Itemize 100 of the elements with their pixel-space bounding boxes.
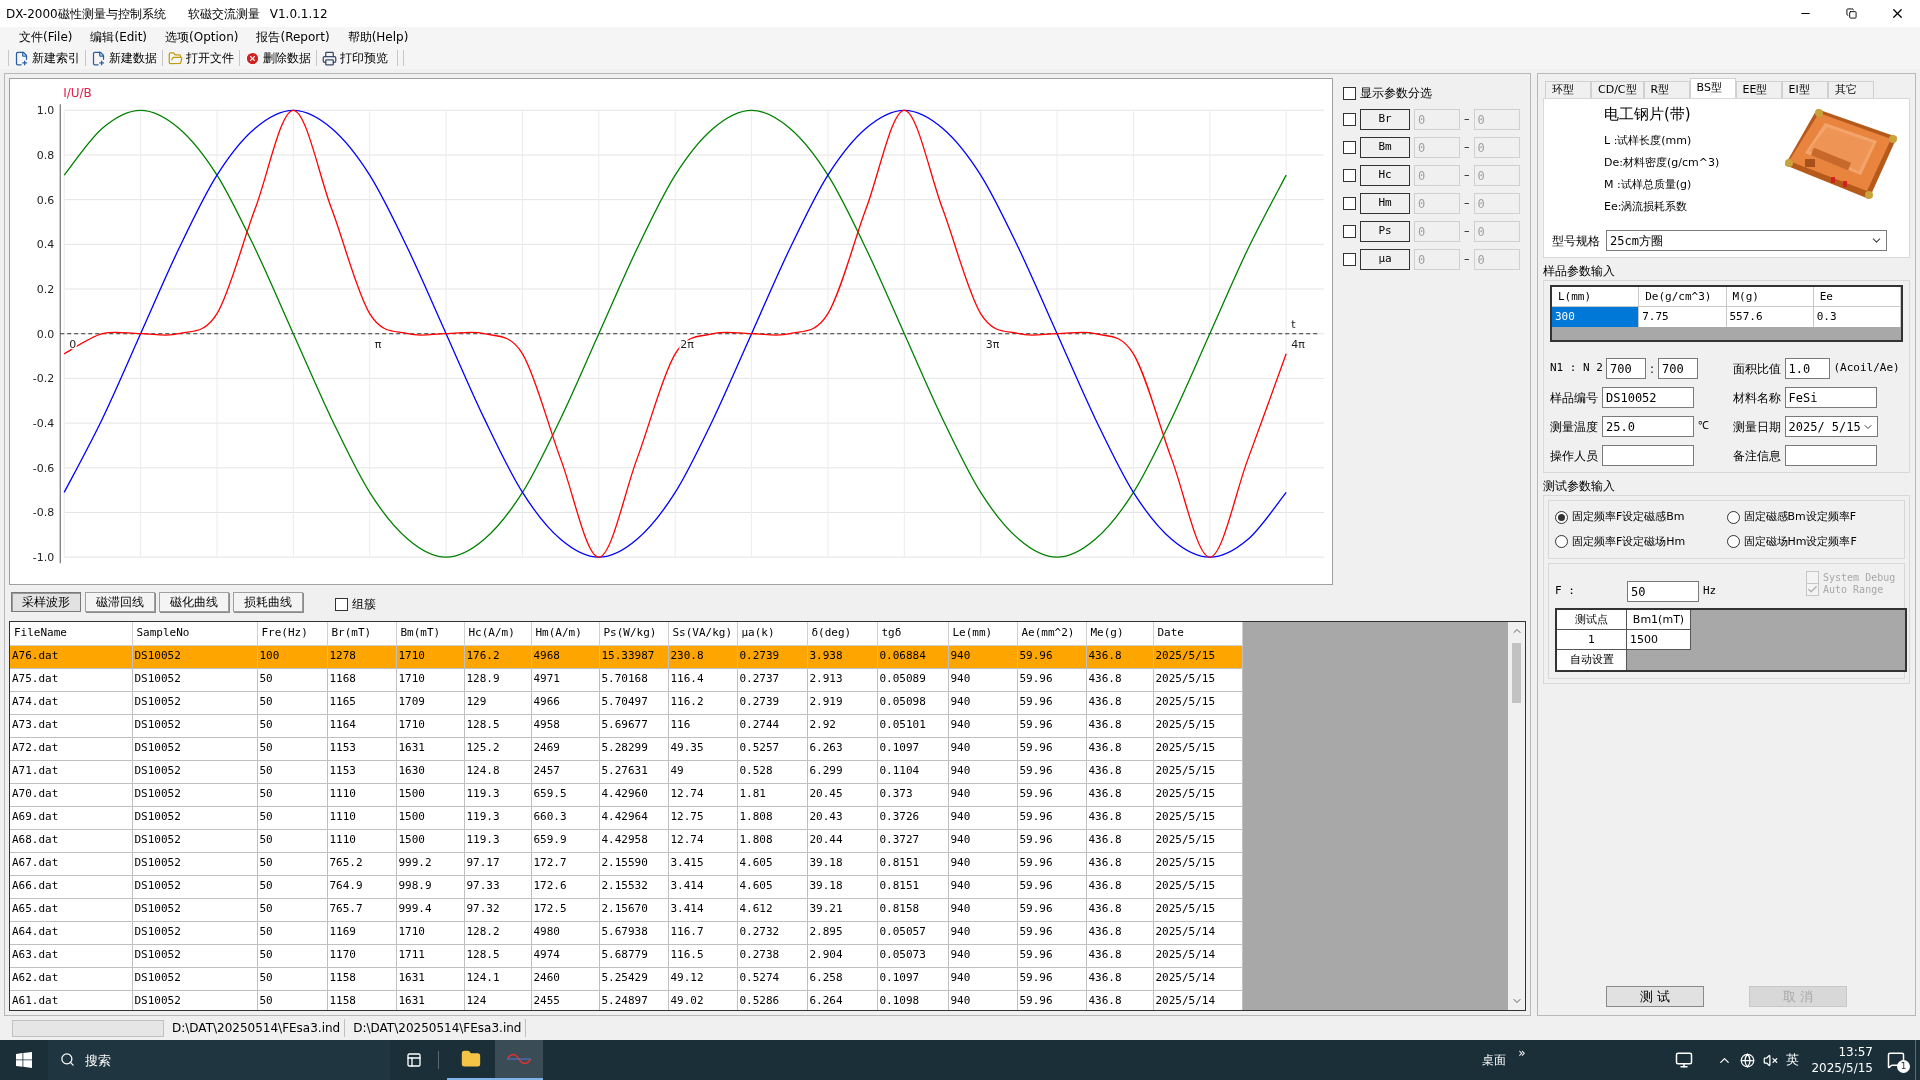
type-tab[interactable]: CD/C型: [1591, 81, 1644, 98]
column-header[interactable]: tgδ: [877, 622, 948, 645]
view-tab[interactable]: 采样波形: [11, 592, 81, 612]
column-header[interactable]: Br(mT): [327, 622, 396, 645]
toolbar-button[interactable]: 打印预览: [319, 48, 391, 68]
action-button[interactable]: 测 试: [1605, 986, 1704, 1007]
type-tab[interactable]: EE型: [1735, 81, 1782, 98]
table-row[interactable]: A61.dat DS10052 50 1158 1631 124 2455 5.24897 49.02 0.5286 6.264 0.1098 940 59.96 436.8 2025/5/14: [10, 990, 1242, 1010]
radio-button[interactable]: [1726, 535, 1740, 549]
notification-icon[interactable]: [1887, 1051, 1905, 1069]
type-tab[interactable]: EI型: [1781, 81, 1828, 98]
table-cell: 50: [257, 967, 327, 990]
type-tab[interactable]: R型: [1643, 81, 1690, 98]
view-tab[interactable]: 磁滞回线: [85, 592, 155, 612]
toolbar-button[interactable]: 删除数据: [242, 48, 314, 68]
auto-set-cell[interactable]: 自动设置: [1557, 650, 1627, 670]
desktop-toolbar-label[interactable]: 桌面: [1482, 1051, 1507, 1069]
table-row[interactable]: A63.dat DS10052 50 1170 1711 128.5 4974 5.68779 116.5 0.2738 2.904 0.05073 940 59.96 436.8 2025/5/14: [10, 944, 1242, 967]
table-row[interactable]: A71.dat DS10052 50 1153 1630 124.8 2457 5.27631 49 0.528 6.299 0.1104 940 59.96 436.8 2025/5/15: [10, 760, 1242, 783]
text-field[interactable]: 1.0: [1784, 358, 1830, 379]
column-header[interactable]: SampleNo: [132, 622, 257, 645]
table-cell: 1110: [327, 829, 396, 852]
unit-label: (Acoil/Ae): [1833, 360, 1900, 377]
text-field[interactable]: 25.0: [1602, 416, 1694, 437]
toolbar-expand-chevron[interactable]: »: [1518, 1044, 1526, 1062]
table-row[interactable]: A72.dat DS10052 50 1153 1631 125.2 2469 5.28299 49.35 0.5257 6.263 0.1097 940 59.96 436.8 2025/5/15: [10, 737, 1242, 760]
table-row[interactable]: A75.dat DS10052 50 1168 1710 128.9 4971 5.70168 116.4 0.2737 2.913 0.05089 940 59.96 436.8 2025/5/15: [10, 668, 1242, 691]
view-tab[interactable]: 损耗曲线: [233, 592, 303, 612]
column-header[interactable]: Hc(A/m): [464, 622, 531, 645]
type-tab[interactable]: 环型: [1545, 81, 1591, 98]
column-header[interactable]: δ(deg): [807, 622, 877, 645]
radio-button[interactable]: [1555, 510, 1568, 524]
search-field[interactable]: 搜索: [48, 1040, 390, 1080]
table-cell: 0.2739: [737, 691, 807, 714]
input-method-indicator[interactable]: 英: [1786, 1050, 1800, 1070]
menu-item[interactable]: 帮助(Help): [340, 27, 416, 47]
grid-cell[interactable]: 1: [1557, 630, 1627, 650]
menu-item[interactable]: 编辑(Edit): [83, 27, 155, 47]
column-header[interactable]: Ae(mm^2): [1017, 622, 1086, 645]
column-header[interactable]: FileName: [10, 622, 132, 645]
text-field[interactable]: DS10052: [1602, 387, 1694, 408]
table-row[interactable]: A64.dat DS10052 50 1169 1710 128.2 4980 5.67938 116.7 0.2732 2.895 0.05057 940 59.96 436.8 2025/5/14: [10, 921, 1242, 944]
table-row[interactable]: A62.dat DS10052 50 1158 1631 124.1 2460 5.25429 49.12 0.5274 6.258 0.1097 940 59.96 436.8 2025/5/14: [10, 967, 1242, 990]
checkbox[interactable]: [1343, 86, 1356, 100]
table-cell: 49: [668, 760, 737, 783]
network-icon[interactable]: [1740, 1052, 1756, 1068]
text-field[interactable]: 700: [1658, 358, 1699, 379]
taskbar-app[interactable]: [495, 1040, 543, 1080]
toolbar-button[interactable]: 新建索引: [11, 48, 83, 68]
table-row[interactable]: A69.dat DS10052 50 1110 1500 119.3 660.3 4.42964 12.75 1.808 20.43 0.3726 940 59.96 436.8 2025/5/15: [10, 806, 1242, 829]
table-row[interactable]: A65.dat DS10052 50 765.7 999.4 97.32 172.5 2.15670 3.414 4.612 39.21 0.8158 940 59.96 436.8 2025/5/15: [10, 898, 1242, 921]
table-row[interactable]: A70.dat DS10052 50 1110 1500 119.3 659.5 4.42960 12.74 1.81 20.45 0.373 940 59.96 436.8 2025/5/15: [10, 783, 1242, 806]
monitor-icon[interactable]: [1675, 1051, 1694, 1069]
menu-item[interactable]: 文件(File): [12, 27, 80, 47]
column-header[interactable]: Bm(mT): [396, 622, 464, 645]
menu-item[interactable]: 选项(Option): [158, 27, 246, 47]
clock-date[interactable]: 2025/5/15: [1811, 1060, 1873, 1076]
view-tab[interactable]: 磁化曲线: [159, 592, 229, 612]
radio-button[interactable]: [1726, 510, 1740, 524]
column-header[interactable]: Ps(W/kg): [599, 622, 668, 645]
clock-time[interactable]: 13:57: [1838, 1044, 1873, 1060]
column-header[interactable]: μa(k): [737, 622, 807, 645]
table-row[interactable]: A74.dat DS10052 50 1165 1709 129 4966 5.70497 116.2 0.2739 2.919 0.05098 940 59.96 436.8 2025/5/15: [10, 691, 1242, 714]
text-field[interactable]: [1784, 445, 1877, 466]
table-row[interactable]: A73.dat DS10052 50 1164 1710 128.5 4958 5.69677 116 0.2744 2.92 0.05101 940 59.96 436.8 2025/5/15: [10, 714, 1242, 737]
table-cell: 2455: [531, 990, 599, 1010]
table-row[interactable]: A67.dat DS10052 50 765.2 999.2 97.17 172.7 2.15590 3.415 4.605 39.18 0.8151 940 59.96 436.8 2025/5/15: [10, 852, 1242, 875]
table-cell: 4968: [531, 645, 599, 668]
checkbox[interactable]: [335, 597, 348, 611]
field-label: 测量温度: [1550, 418, 1598, 436]
type-tab[interactable]: BS型: [1689, 78, 1736, 98]
table-row[interactable]: A76.dat DS10052 100 1278 1710 176.2 4968 15.33987 230.8 0.2739 3.938 0.06884 940 59.96 436.8 2025/5/15: [10, 645, 1242, 668]
volume-muted-icon[interactable]: [1763, 1052, 1779, 1068]
scrollbar[interactable]: [1508, 622, 1525, 1010]
grid-cell[interactable]: 1500: [1627, 630, 1691, 650]
type-tab[interactable]: 其它: [1827, 81, 1874, 98]
table-cell: 59.96: [1017, 852, 1086, 875]
column-header[interactable]: Fre(Hz): [257, 622, 327, 645]
model-dropdown[interactable]: 25cm方圈: [1606, 230, 1887, 251]
scrollbar-thumb[interactable]: [1512, 643, 1521, 703]
table-cell: 2025/5/15: [1153, 875, 1242, 898]
menu-item[interactable]: 报告(Report): [249, 27, 337, 47]
table-row[interactable]: A66.dat DS10052 50 764.9 998.9 97.33 172.6 2.15532 3.414 4.605 39.18 0.8151 940 59.96 436.8 2025/5/15: [10, 875, 1242, 898]
toolbar-button[interactable]: 新建数据: [88, 48, 160, 68]
text-field[interactable]: 50: [1627, 581, 1699, 602]
radio-button[interactable]: [1555, 535, 1568, 549]
text-field[interactable]: FeSi: [1784, 387, 1877, 408]
grid-cell[interactable]: 300: [1552, 307, 1640, 327]
text-field[interactable]: [1602, 445, 1694, 466]
table-cell: 0.8151: [877, 852, 948, 875]
date-picker[interactable]: 2025/ 5/15: [1784, 416, 1878, 437]
column-header[interactable]: Hm(A/m): [531, 622, 599, 645]
column-header[interactable]: Date: [1153, 622, 1242, 645]
text-field[interactable]: 700: [1606, 358, 1646, 379]
column-header[interactable]: Me(g): [1086, 622, 1153, 645]
column-header[interactable]: Ss(VA/kg): [668, 622, 737, 645]
table-row[interactable]: A68.dat DS10052 50 1110 1500 119.3 659.9 4.42958 12.74 1.808 20.44 0.3727 940 59.96 436.8 2025/5/15: [10, 829, 1242, 852]
search-icon: [60, 1052, 75, 1067]
column-header[interactable]: Le(mm): [948, 622, 1017, 645]
toolbar-button[interactable]: 打开文件: [165, 48, 237, 68]
